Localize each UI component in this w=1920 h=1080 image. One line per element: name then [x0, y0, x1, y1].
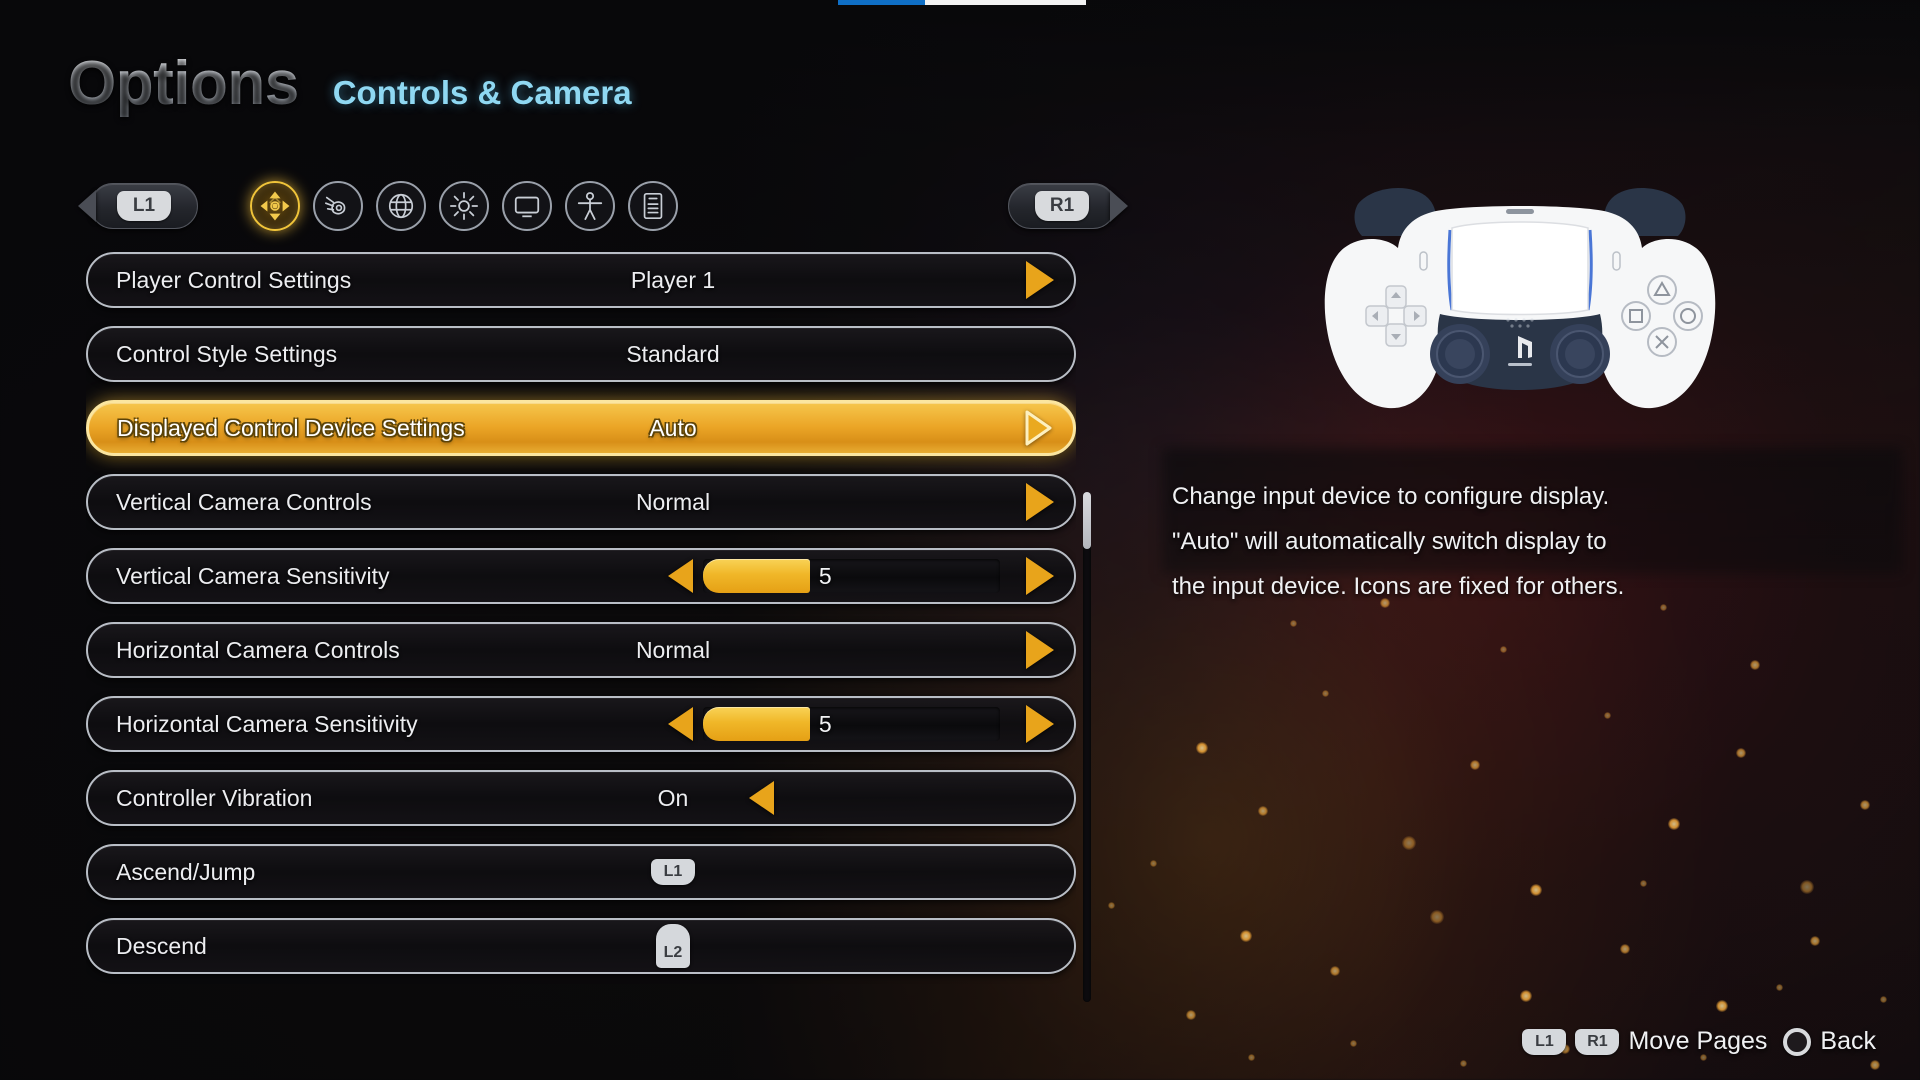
- option-label: Descend: [116, 932, 207, 959]
- option-value: On: [657, 784, 689, 811]
- option-row[interactable]: Descend L2: [86, 918, 1076, 974]
- next-value-arrow-icon[interactable]: [1026, 483, 1054, 521]
- option-label: Controller Vibration: [116, 784, 313, 811]
- move-pages-hint: L1 R1 Move Pages: [1522, 1027, 1767, 1056]
- option-label: Vertical Camera Controls: [116, 488, 372, 515]
- next-value-arrow-icon[interactable]: [1026, 261, 1054, 299]
- slider-decrease-arrow-icon[interactable]: [668, 707, 693, 741]
- language-globe-icon[interactable]: [376, 181, 426, 231]
- tab-icon-list: [250, 181, 678, 231]
- chevron-left-icon: [78, 190, 96, 222]
- option-row[interactable]: Displayed Control Device Settings Auto: [86, 400, 1076, 456]
- back-label: Back: [1820, 1027, 1876, 1055]
- trigger-button-icon: L2: [656, 924, 690, 968]
- help-line-2: "Auto" will automatically switch display…: [1172, 528, 1607, 555]
- shoulder-button-icon: L1: [651, 859, 695, 885]
- slider-increase-arrow-icon[interactable]: [1026, 557, 1054, 595]
- slider-track[interactable]: 5: [703, 559, 1000, 593]
- sensitivity-slider[interactable]: 5: [668, 558, 1000, 594]
- slider-fill: [703, 707, 810, 741]
- l1-key-glyph: L1: [117, 191, 171, 221]
- top-progress-strip: [838, 0, 1086, 5]
- help-line-1: Change input device to configure display…: [1172, 483, 1610, 510]
- option-row[interactable]: Controller Vibration On: [86, 770, 1076, 826]
- move-pages-label: Move Pages: [1628, 1027, 1768, 1055]
- option-row[interactable]: Horizontal Camera Sensitivity 5: [86, 696, 1076, 752]
- slider-decrease-arrow-icon[interactable]: [668, 559, 693, 593]
- next-value-arrow-icon[interactable]: [1023, 409, 1053, 447]
- slider-increase-arrow-icon[interactable]: [1026, 705, 1054, 743]
- option-label: Displayed Control Device Settings: [117, 414, 465, 441]
- option-row[interactable]: Player Control Settings Player 1: [86, 252, 1076, 308]
- sound-icon[interactable]: [313, 181, 363, 231]
- controller-preview-image: [1300, 168, 1740, 418]
- option-row[interactable]: Horizontal Camera Controls Normal: [86, 622, 1076, 678]
- option-label: Vertical Camera Sensitivity: [116, 562, 390, 589]
- accessibility-person-icon[interactable]: [565, 181, 615, 231]
- prev-value-arrow-icon[interactable]: [749, 781, 774, 815]
- footer-l1-glyph: L1: [1522, 1028, 1567, 1055]
- circle-button-icon: [1783, 1027, 1812, 1056]
- option-label: Horizontal Camera Sensitivity: [116, 710, 418, 737]
- brightness-sun-icon[interactable]: [439, 181, 489, 231]
- option-label: Player Control Settings: [116, 266, 352, 293]
- category-tabbar: L1 R1: [78, 178, 1128, 234]
- footer-hints: L1 R1 Move Pages Back: [1522, 1027, 1876, 1056]
- mapped-button-glyph: L1: [180, 859, 1076, 885]
- slider-value: 5: [818, 562, 832, 589]
- option-label: Horizontal Camera Controls: [116, 636, 400, 663]
- r1-key-glyph: R1: [1035, 191, 1089, 221]
- footer-r1-glyph: R1: [1575, 1028, 1620, 1055]
- option-label: Control Style Settings: [116, 340, 338, 367]
- prev-page-button[interactable]: L1: [78, 182, 198, 230]
- options-screen: Options Controls & Camera L1 R1 Player C…: [0, 0, 1920, 1080]
- chevron-right-icon: [1110, 190, 1128, 222]
- option-row[interactable]: Ascend/Jump L1: [86, 844, 1076, 900]
- help-line-3: the input device. Icons are fixed for ot…: [1172, 573, 1625, 600]
- top-progress-fill: [838, 0, 925, 5]
- next-value-arrow-icon[interactable]: [1026, 631, 1054, 669]
- slider-track[interactable]: 5: [703, 707, 1000, 741]
- mapped-button-glyph: L2: [180, 924, 1076, 968]
- notes-document-icon[interactable]: [628, 181, 678, 231]
- options-list: Player Control Settings Player 1 Control S…: [86, 252, 1076, 994]
- option-row[interactable]: Control Style Settings Standard: [86, 326, 1076, 382]
- display-screen-icon[interactable]: [502, 181, 552, 231]
- page-subtitle: Controls & Camera: [332, 74, 632, 111]
- option-row[interactable]: Vertical Camera Sensitivity 5: [86, 548, 1076, 604]
- sensitivity-slider[interactable]: 5: [668, 706, 1000, 742]
- prev-page-pill: L1: [90, 183, 198, 229]
- next-page-pill: R1: [1008, 183, 1116, 229]
- option-label: Ascend/Jump: [116, 858, 256, 885]
- slider-value: 5: [818, 710, 832, 737]
- page-title: Options: [68, 49, 299, 118]
- slider-fill: [703, 559, 810, 593]
- next-page-button[interactable]: R1: [1008, 182, 1128, 230]
- back-hint[interactable]: Back: [1783, 1027, 1876, 1056]
- scrollbar-thumb[interactable]: [1083, 492, 1091, 549]
- controls-icon[interactable]: [250, 181, 300, 231]
- option-row[interactable]: Vertical Camera Controls Normal: [86, 474, 1076, 530]
- page-header: Options Controls & Camera: [68, 48, 632, 119]
- help-description-panel: Change input device to configure display…: [1162, 448, 1902, 617]
- scrollbar-track[interactable]: [1083, 492, 1091, 1002]
